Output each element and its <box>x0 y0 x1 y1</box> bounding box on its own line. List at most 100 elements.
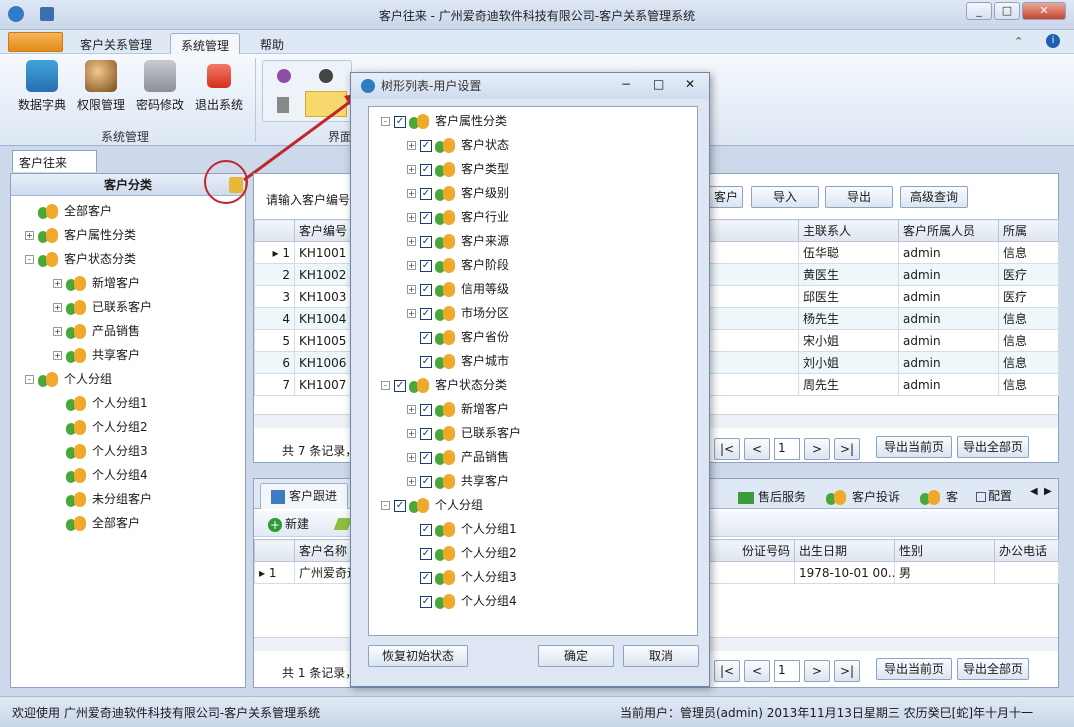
category-node[interactable]: 个人分组1 <box>25 391 243 415</box>
export-all-pages-button[interactable]: 导出全部页 <box>957 436 1029 458</box>
col-code[interactable]: 客户编号 <box>294 219 355 242</box>
node-checkbox[interactable]: ✓ <box>420 403 432 416</box>
skin-icon-2[interactable] <box>319 69 333 83</box>
dialog-tree-node[interactable]: + ✓ 客户阶段 <box>381 253 691 277</box>
expand-toggle-icon[interactable]: + <box>407 261 416 270</box>
node-checkbox[interactable]: ✓ <box>420 355 432 368</box>
dialog-tree-node[interactable]: ✓ 个人分组1 <box>381 517 691 541</box>
expand-toggle-icon[interactable]: + <box>407 285 416 294</box>
expand-toggle-icon[interactable]: + <box>407 429 416 438</box>
expand-toggle-icon[interactable]: + <box>53 303 62 312</box>
node-checkbox[interactable]: ✓ <box>420 283 432 296</box>
dialog-tree-node[interactable]: + ✓ 客户类型 <box>381 157 691 181</box>
export-button[interactable]: 导出 <box>825 186 893 208</box>
category-node[interactable]: 个人分组2 <box>25 415 243 439</box>
expand-toggle-icon[interactable]: + <box>407 213 416 222</box>
skin-icon-1[interactable] <box>277 69 291 83</box>
node-checkbox[interactable]: ✓ <box>420 451 432 464</box>
change-password-button[interactable]: 密码修改 <box>130 60 190 118</box>
category-node[interactable]: + 客户属性分类 <box>25 223 243 247</box>
dialog-tree-node[interactable]: ✓ 个人分组4 <box>381 589 691 613</box>
expand-toggle-icon[interactable]: + <box>407 453 416 462</box>
node-checkbox[interactable]: ✓ <box>394 379 406 392</box>
expand-toggle-icon[interactable]: - <box>381 501 390 510</box>
maximize-button[interactable]: □ <box>994 2 1020 20</box>
category-node[interactable]: 个人分组3 <box>25 439 243 463</box>
expand-toggle-icon[interactable]: + <box>53 351 62 360</box>
new-button[interactable]: + 新建 <box>268 515 309 532</box>
node-checkbox[interactable]: ✓ <box>420 331 432 344</box>
node-checkbox[interactable]: ✓ <box>420 427 432 440</box>
category-node[interactable]: 个人分组4 <box>25 463 243 487</box>
dialog-tree-node[interactable]: + ✓ 新增客户 <box>381 397 691 421</box>
cancel-button[interactable]: 取消 <box>623 645 699 667</box>
expand-toggle-icon[interactable]: + <box>53 279 62 288</box>
dcol-birth[interactable]: 出生日期 <box>794 539 895 562</box>
tab-system[interactable]: 系统管理 <box>170 33 241 54</box>
category-node[interactable]: - 客户状态分类 <box>25 247 243 271</box>
expand-toggle-icon[interactable]: + <box>407 237 416 246</box>
col-industry[interactable]: 所属 <box>998 219 1059 242</box>
add-customer-button[interactable]: 客户 <box>709 186 743 208</box>
category-node[interactable]: + 产品销售 <box>25 319 243 343</box>
dialog-minimize-button[interactable]: − <box>621 77 631 91</box>
tab-customer-more[interactable]: 客户? <box>910 485 976 506</box>
next-page-button[interactable]: > <box>804 438 830 460</box>
category-node[interactable]: + 共享客户 <box>25 343 243 367</box>
node-checkbox[interactable]: ✓ <box>420 523 432 536</box>
tab-scroll-right-icon[interactable]: ▶ <box>1044 486 1052 497</box>
info-icon[interactable]: i <box>1046 34 1060 48</box>
detail-page-input[interactable]: 1 <box>774 660 800 682</box>
advanced-search-button[interactable]: 高级查询 <box>900 186 968 208</box>
data-dictionary-button[interactable]: 数据字典 <box>12 60 72 118</box>
expand-toggle-icon[interactable]: + <box>25 231 34 240</box>
dcol-gender[interactable]: 性别 <box>894 539 995 562</box>
dialog-maximize-button[interactable]: □ <box>653 77 664 91</box>
expand-toggle-icon[interactable]: - <box>25 255 34 264</box>
collapse-ribbon-icon[interactable]: ⌃ <box>1014 35 1023 48</box>
dialog-tree-node[interactable]: + ✓ 市场分区 <box>381 301 691 325</box>
category-node[interactable]: 未分组客户 <box>25 487 243 511</box>
expand-toggle-icon[interactable]: + <box>407 309 416 318</box>
category-node[interactable]: 全部客户 <box>25 511 243 535</box>
expand-toggle-icon[interactable]: - <box>25 375 34 384</box>
dialog-tree-node[interactable]: - ✓ 客户状态分类 <box>381 373 691 397</box>
node-checkbox[interactable]: ✓ <box>420 475 432 488</box>
expand-toggle-icon[interactable]: - <box>381 117 390 126</box>
ok-button[interactable]: 确定 <box>538 645 614 667</box>
config-button[interactable]: 配置 <box>976 487 1012 504</box>
node-checkbox[interactable]: ✓ <box>420 187 432 200</box>
category-node[interactable]: + 新增客户 <box>25 271 243 295</box>
app-menu-button[interactable] <box>8 32 63 52</box>
node-checkbox[interactable]: ✓ <box>420 595 432 608</box>
expand-toggle-icon[interactable]: + <box>407 165 416 174</box>
category-node[interactable]: 全部客户 <box>25 199 243 223</box>
dialog-tree-node[interactable]: + ✓ 客户来源 <box>381 229 691 253</box>
dcol-name[interactable]: 客户名称 <box>294 539 355 562</box>
tab-complaint[interactable]: 客户投诉 <box>816 485 910 506</box>
expand-toggle-icon[interactable]: - <box>381 381 390 390</box>
dialog-tree-node[interactable]: - ✓ 个人分组 <box>381 493 691 517</box>
close-button[interactable]: ✕ <box>1022 2 1066 20</box>
dialog-tree-node[interactable]: + ✓ 客户行业 <box>381 205 691 229</box>
reset-button[interactable]: 恢复初始状态 <box>368 645 468 667</box>
dialog-tree-node[interactable]: + ✓ 客户级别 <box>381 181 691 205</box>
dialog-tree-node[interactable]: + ✓ 共享客户 <box>381 469 691 493</box>
dialog-tree-node[interactable]: + ✓ 产品销售 <box>381 445 691 469</box>
dialog-tree-node[interactable]: + ✓ 信用等级 <box>381 277 691 301</box>
dialog-tree-node[interactable]: ✓ 客户省份 <box>381 325 691 349</box>
col-contact[interactable]: 主联系人 <box>798 219 899 242</box>
dialog-tree-node[interactable]: ✓ 个人分组2 <box>381 541 691 565</box>
expand-toggle-icon[interactable]: + <box>407 477 416 486</box>
expand-toggle-icon[interactable]: + <box>407 141 416 150</box>
detail-first-page-button[interactable]: |< <box>714 660 740 682</box>
node-checkbox[interactable]: ✓ <box>420 211 432 224</box>
col-owner[interactable]: 客户所属人员 <box>898 219 999 242</box>
last-page-button[interactable]: >| <box>834 438 860 460</box>
permission-button[interactable]: 权限管理 <box>71 60 131 118</box>
dialog-close-button[interactable]: ✕ <box>685 77 695 91</box>
tab-aftersales[interactable]: 售后服务 <box>728 485 816 506</box>
dialog-tree-node[interactable]: - ✓ 客户属性分类 <box>381 109 691 133</box>
prev-page-button[interactable]: < <box>744 438 770 460</box>
dialog-tree-node[interactable]: ✓ 个人分组3 <box>381 565 691 589</box>
